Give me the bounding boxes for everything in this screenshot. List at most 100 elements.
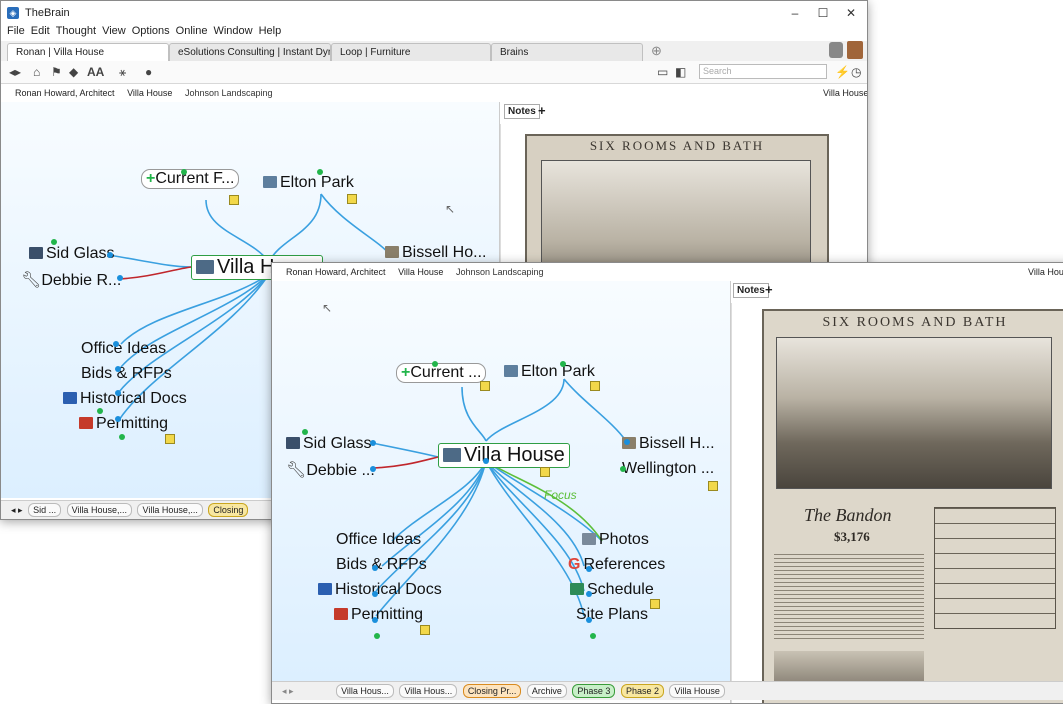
parent-thought-elton-park[interactable]: Elton Park: [263, 174, 354, 192]
breadcrumb-item[interactable]: Johnson Landscaping: [185, 88, 273, 98]
tab-villa-house[interactable]: Ronan | Villa House: [7, 43, 169, 61]
split-view-icon[interactable]: ◧: [675, 65, 686, 79]
font-size-button[interactable]: AA: [87, 65, 104, 79]
menu-window[interactable]: Window: [213, 25, 252, 37]
active-thought-villa-house[interactable]: Villa House: [438, 443, 570, 468]
jump-thought-sid-glass[interactable]: Sid Glass: [286, 435, 371, 453]
sibling-thought-wellington[interactable]: Wellington ...: [622, 460, 714, 478]
parent-thought-current[interactable]: +Current ...: [396, 363, 487, 383]
history-item[interactable]: Phase 3: [572, 684, 616, 698]
menu-options[interactable]: Options: [132, 25, 170, 37]
history-item[interactable]: Closing Pr...: [462, 684, 522, 698]
link-dot: [586, 566, 592, 572]
history-item[interactable]: Archive: [526, 684, 567, 698]
avatar[interactable]: [847, 41, 863, 59]
home-icon[interactable]: ⌂: [33, 65, 40, 79]
history-item[interactable]: Villa House,...: [137, 503, 203, 517]
sibling-thought-bissell[interactable]: Bissell H...: [622, 435, 715, 453]
child-thought-schedule[interactable]: Schedule: [570, 581, 654, 599]
child-thought-historical-docs[interactable]: Historical Docs: [63, 390, 187, 408]
search-input[interactable]: Search: [699, 64, 827, 79]
breadcrumb-current: Villa House: [1028, 267, 1063, 277]
child-thought-permitting[interactable]: Permitting: [79, 415, 168, 433]
history-item[interactable]: Villa House,...: [66, 503, 132, 517]
view-toggle-icon[interactable]: ▭: [657, 65, 668, 79]
sibling-thought-bissell[interactable]: Bissell Ho...: [385, 244, 486, 262]
menu-thought[interactable]: Thought: [56, 25, 96, 37]
history-item[interactable]: Villa House: [669, 684, 725, 698]
back-forward-icon[interactable]: ◂▸: [9, 65, 21, 79]
child-thought-photos[interactable]: Photos: [582, 531, 649, 549]
history-item[interactable]: Sid ...: [28, 503, 62, 517]
menu-help[interactable]: Help: [259, 25, 282, 37]
child-thought-bids-rfps[interactable]: Bids & RFPs: [81, 365, 172, 383]
tag-icon[interactable]: ◆: [69, 65, 78, 79]
child-thought-permitting[interactable]: Permitting: [334, 606, 423, 624]
pins-icon[interactable]: ⚑: [51, 65, 62, 79]
history-back-icon[interactable]: ◂ ▸: [11, 505, 23, 515]
breadcrumb-item[interactable]: Ronan Howard, Architect: [15, 88, 115, 98]
child-thought-office-ideas[interactable]: Office Ideas: [81, 340, 166, 358]
breadcrumb: Ronan Howard, Architect Villa House John…: [1, 84, 867, 103]
menu-bar: File Edit Thought View Options Online Window He…: [1, 25, 867, 41]
menu-online[interactable]: Online: [176, 25, 208, 37]
history-back-icon[interactable]: ◂ ▸: [282, 686, 294, 696]
cloud-sync-icon[interactable]: [829, 42, 843, 58]
breadcrumb-item[interactable]: Villa House: [127, 88, 172, 98]
jump-thought-debbie[interactable]: 🔧︎Debbie ...: [286, 460, 375, 480]
history-item[interactable]: Villa Hous...: [336, 684, 394, 698]
history-item[interactable]: Villa Hous...: [399, 684, 458, 698]
child-thought-historical-docs[interactable]: Historical Docs: [318, 581, 442, 599]
link-dot: [370, 466, 376, 472]
notes-tab[interactable]: Notes: [733, 283, 769, 298]
tab-loop-furniture[interactable]: Loop | Furniture: [331, 43, 491, 61]
parent-thought-current[interactable]: +Current F...: [141, 169, 240, 189]
child-thought-bids-rfps[interactable]: Bids & RFPs: [336, 556, 427, 574]
maximize-button[interactable]: ☐: [809, 5, 837, 21]
link-dot: [586, 591, 592, 597]
lightning-icon[interactable]: ⚡: [835, 65, 850, 79]
link-dot: [181, 169, 187, 175]
plus-icon: +: [146, 170, 156, 187]
child-thought-references[interactable]: G References: [568, 556, 665, 574]
history-item[interactable]: Phase 2: [620, 684, 664, 698]
theme-icon[interactable]: ●: [145, 65, 152, 79]
notes-tab[interactable]: Notes: [504, 104, 540, 119]
link-dot: [372, 617, 378, 623]
menu-view[interactable]: View: [102, 25, 126, 37]
link-dot: [302, 429, 308, 435]
parent-thought-elton-park[interactable]: Elton Park: [504, 363, 595, 381]
photo-icon: [196, 260, 214, 274]
wrench-icon: 🔧︎: [286, 462, 307, 479]
thought-label: Bids & RFPs: [81, 365, 172, 382]
new-tab-icon[interactable]: ⊕: [651, 43, 662, 59]
tab-brains[interactable]: Brains: [491, 43, 643, 61]
front-window: Ronan Howard, Architect Villa House John…: [271, 262, 1063, 704]
breadcrumb-item[interactable]: Ronan Howard, Architect: [286, 267, 386, 277]
thought-label: Wellington ...: [622, 460, 715, 477]
menu-file[interactable]: File: [7, 25, 25, 37]
thought-label: Sid Glass: [303, 435, 372, 452]
plex-view[interactable]: +Current ... Elton Park Sid Glass 🔧︎Debb…: [272, 281, 730, 681]
add-tab-button[interactable]: +: [538, 103, 546, 118]
mouse-cursor-icon: ↖: [322, 301, 333, 315]
minimize-button[interactable]: –: [781, 5, 809, 21]
layout-icon[interactable]: ⚹: [119, 65, 126, 80]
menu-edit[interactable]: Edit: [31, 25, 50, 37]
thought-label: Office Ideas: [81, 340, 167, 357]
clock-icon[interactable]: ◷: [851, 65, 861, 79]
note-badge-icon: [708, 481, 718, 491]
thought-label: Historical Docs: [80, 390, 187, 407]
notes-content[interactable]: SIX ROOMS AND BATH The Bandon $3,176: [731, 303, 1063, 703]
breadcrumb-item[interactable]: Villa House: [398, 267, 443, 277]
jump-thought-debbie[interactable]: 🔧︎Debbie R...: [21, 270, 121, 290]
google-icon: G: [568, 556, 581, 573]
child-thought-office-ideas[interactable]: Office Ideas: [336, 531, 421, 549]
add-tab-button[interactable]: +: [765, 282, 773, 297]
close-button[interactable]: ✕: [837, 5, 865, 21]
history-item[interactable]: Closing: [208, 503, 249, 517]
thought-label: Historical Docs: [335, 581, 442, 598]
breadcrumb-item[interactable]: Johnson Landscaping: [456, 267, 544, 277]
jump-thought-sid-glass[interactable]: Sid Glass: [29, 245, 114, 263]
tab-esolutions[interactable]: eSolutions Consulting | Instant Dyna...: [169, 43, 331, 61]
